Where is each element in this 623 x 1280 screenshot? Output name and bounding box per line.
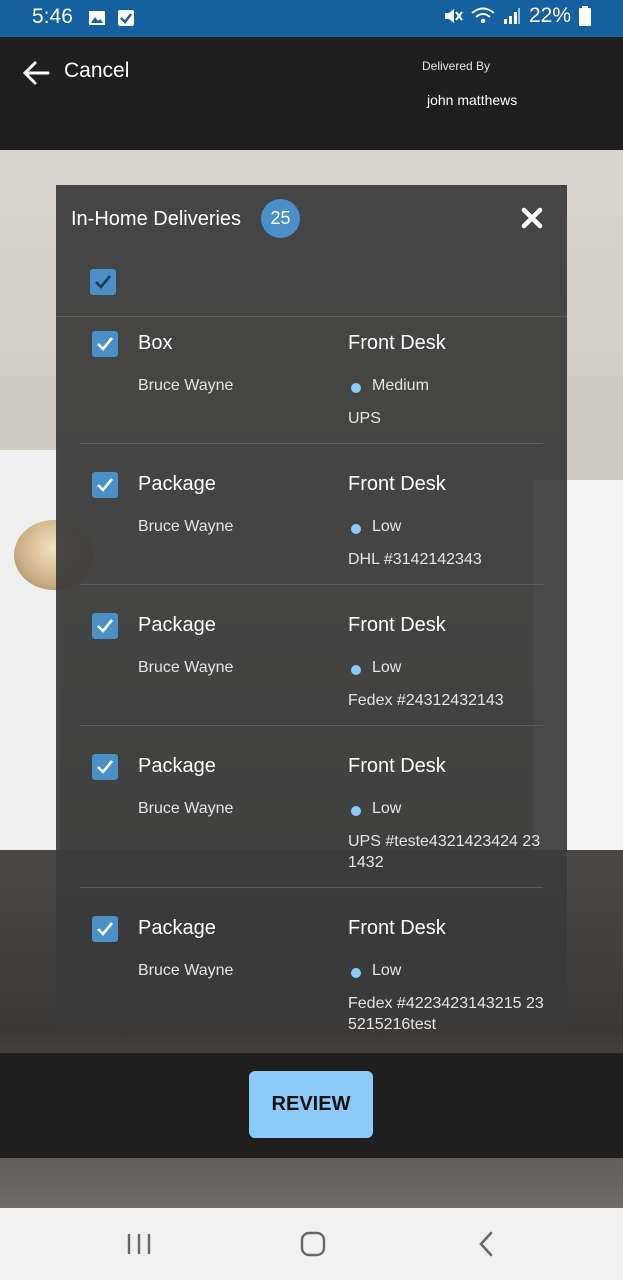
delivery-location: Front Desk	[348, 332, 446, 354]
modal-title: In-Home Deliveries	[71, 208, 242, 230]
delivery-location: Front Desk	[348, 473, 446, 495]
background-wall	[0, 450, 60, 850]
delivery-type: Package	[138, 755, 216, 777]
carrier-tracking: UPS #teste4321423424 231432	[348, 833, 541, 871]
priority-label: Medium	[372, 377, 429, 394]
deliveries-modal: In-Home Deliveries 25 Box Bruce Wayne Fr…	[56, 185, 567, 1031]
delivery-row[interactable]: Package Bruce Wayne Front Desk Low DHL #…	[56, 458, 567, 599]
recipient-name: Bruce Wayne	[138, 800, 234, 817]
review-button[interactable]: REVIEW	[249, 1071, 373, 1138]
recipient-name: Bruce Wayne	[138, 518, 234, 535]
priority-dot	[351, 383, 361, 393]
arrow-left-icon[interactable]	[22, 59, 50, 87]
row-checkbox[interactable]	[92, 754, 118, 780]
checklist-icon	[118, 10, 134, 26]
cancel-button[interactable]: Cancel	[64, 59, 129, 83]
home-icon[interactable]	[295, 1226, 331, 1262]
status-time: 5:46	[32, 5, 73, 28]
priority-label: Low	[372, 659, 402, 676]
row-checkbox[interactable]	[92, 331, 118, 357]
delivery-type: Package	[138, 614, 216, 636]
priority-dot	[351, 968, 361, 978]
delivery-type: Package	[138, 917, 216, 939]
divider	[80, 584, 543, 585]
signal-icon	[503, 8, 520, 24]
delivery-row[interactable]: Box Bruce Wayne Front Desk Medium UPS	[56, 317, 567, 459]
delivery-type: Box	[138, 332, 173, 354]
priority-label: Low	[372, 518, 402, 535]
delivery-location: Front Desk	[348, 917, 446, 939]
carrier-tracking: UPS	[348, 410, 381, 427]
wifi-icon	[471, 7, 495, 24]
checkbox-checked-icon	[97, 478, 114, 492]
recipient-name: Bruce Wayne	[138, 659, 234, 676]
select-all-checkbox[interactable]	[90, 269, 116, 295]
checkbox-checked-icon	[97, 337, 114, 351]
battery-percent: 22%	[528, 4, 571, 27]
gallery-icon	[89, 11, 105, 25]
count-badge: 25	[261, 199, 300, 238]
priority-dot	[351, 806, 361, 816]
close-icon[interactable]	[521, 207, 543, 229]
recents-icon[interactable]	[121, 1226, 157, 1262]
delivery-row[interactable]: Package Bruce Wayne Front Desk Low UPS #…	[56, 740, 567, 902]
mute-icon	[444, 9, 463, 23]
priority-dot	[351, 524, 361, 534]
row-checkbox[interactable]	[92, 613, 118, 639]
carrier-tracking: Fedex #4223423143215 235215216test	[348, 995, 544, 1031]
status-bar: 5:46 22%	[0, 0, 623, 37]
app-header: Cancel Delivered By john matthews	[0, 37, 623, 150]
carrier-tracking: DHL #3142142343	[348, 551, 482, 568]
delivered-by-label: Delivered By	[422, 59, 491, 73]
divider	[80, 725, 543, 726]
delivered-by-name: john matthews	[427, 92, 518, 108]
delivery-row[interactable]: Package Bruce Wayne Front Desk Low Fedex…	[56, 902, 567, 1031]
system-nav-bar	[0, 1208, 623, 1280]
checkbox-checked-icon	[97, 760, 114, 774]
row-checkbox[interactable]	[92, 472, 118, 498]
recipient-name: Bruce Wayne	[138, 962, 234, 979]
checkbox-checked-icon	[97, 619, 114, 633]
delivery-type: Package	[138, 473, 216, 495]
delivery-row[interactable]: Package Bruce Wayne Front Desk Low Fedex…	[56, 599, 567, 740]
carrier-tracking: Fedex #24312432143	[348, 692, 504, 709]
recipient-name: Bruce Wayne	[138, 377, 234, 394]
battery-icon	[579, 6, 591, 26]
delivery-location: Front Desk	[348, 614, 446, 636]
checkbox-checked-icon	[97, 922, 114, 936]
priority-dot	[351, 665, 361, 675]
status-indicators: 22%	[443, 4, 591, 28]
back-icon[interactable]	[469, 1226, 505, 1262]
row-checkbox[interactable]	[92, 916, 118, 942]
divider	[80, 887, 543, 888]
delivery-location: Front Desk	[348, 755, 446, 777]
divider	[80, 443, 543, 444]
checkbox-checked-icon	[95, 275, 112, 289]
priority-label: Low	[372, 962, 402, 979]
priority-label: Low	[372, 800, 402, 817]
